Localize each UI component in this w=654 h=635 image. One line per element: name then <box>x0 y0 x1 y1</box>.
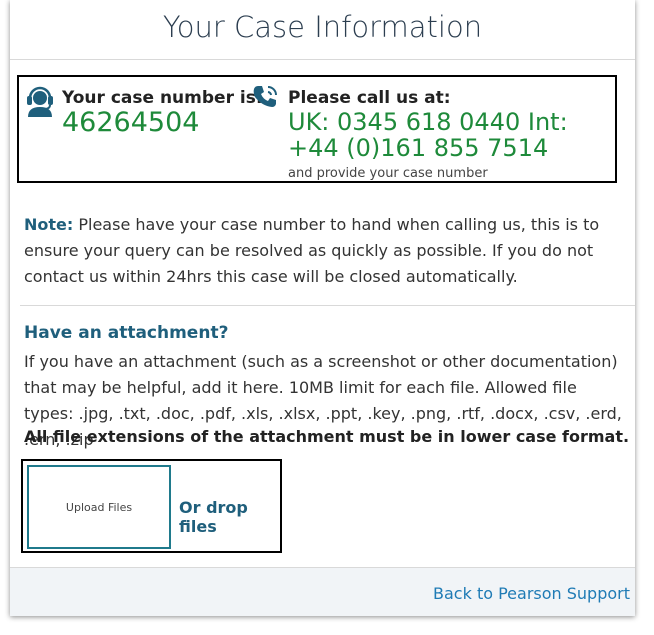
upload-dropzone[interactable]: Upload Files Or drop files <box>21 459 282 553</box>
note-text: Please have your case number to hand whe… <box>24 215 600 286</box>
case-number-value: 46264504 <box>62 107 200 138</box>
note-label: Note: <box>24 215 74 234</box>
section-divider <box>20 305 635 306</box>
dialog-title: Your Case Information <box>162 10 483 44</box>
title-divider <box>10 59 635 60</box>
drop-files-label: Or drop files <box>179 498 248 536</box>
support-agent-icon <box>27 86 53 117</box>
case-info-dialog: Your Case Information Your case number i… <box>10 0 635 616</box>
case-summary-box: Your case number is: 46264504 Please cal… <box>17 75 617 183</box>
call-us-label: Please call us at: <box>288 88 451 108</box>
attachment-heading: Have an attachment? <box>24 323 229 343</box>
phone-call-icon <box>253 86 277 107</box>
note-paragraph: Note: Please have your case number to ha… <box>24 212 624 290</box>
case-number-label: Your case number is: <box>62 88 263 108</box>
back-to-support-link[interactable]: Back to Pearson Support <box>433 584 630 603</box>
attachment-warning: All file extensions of the attachment mu… <box>24 427 630 446</box>
call-instructions: and provide your case number <box>288 166 488 181</box>
dialog-footer: Back to Pearson Support <box>10 567 635 616</box>
support-phone-numbers: UK: 0345 618 0440 Int: +44 (0)161 855 75… <box>288 108 568 162</box>
upload-files-button[interactable]: Upload Files <box>27 465 171 549</box>
